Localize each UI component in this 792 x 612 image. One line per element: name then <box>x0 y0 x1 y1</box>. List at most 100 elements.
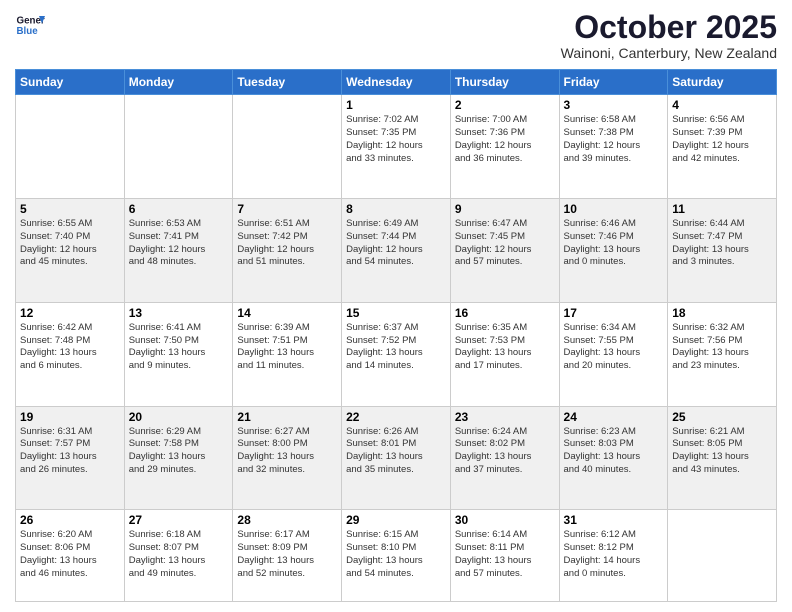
calendar-cell: 30 Sunrise: 6:14 AM Sunset: 8:11 PM Dayli… <box>450 510 559 602</box>
header: General Blue October 2025 Wainoni, Cante… <box>15 10 777 61</box>
day-info: Sunrise: 6:14 AM Sunset: 8:11 PM Dayligh… <box>455 529 555 580</box>
day-number: 19 <box>20 410 120 424</box>
calendar-cell: 27 Sunrise: 6:18 AM Sunset: 8:07 PM Dayli… <box>124 510 233 602</box>
day-number: 21 <box>237 410 337 424</box>
day-number: 31 <box>564 513 664 527</box>
calendar-cell: 5 Sunrise: 6:55 AM Sunset: 7:40 PM Daylig… <box>16 198 125 302</box>
calendar-cell: 18 Sunrise: 6:32 AM Sunset: 7:56 PM Dayli… <box>668 302 777 406</box>
day-number: 6 <box>129 202 229 216</box>
day-number: 10 <box>564 202 664 216</box>
calendar-cell <box>668 510 777 602</box>
day-number: 9 <box>455 202 555 216</box>
day-info: Sunrise: 6:51 AM Sunset: 7:42 PM Dayligh… <box>237 218 337 269</box>
day-info: Sunrise: 7:02 AM Sunset: 7:35 PM Dayligh… <box>346 114 446 165</box>
day-info: Sunrise: 6:44 AM Sunset: 7:47 PM Dayligh… <box>672 218 772 269</box>
day-info: Sunrise: 6:39 AM Sunset: 7:51 PM Dayligh… <box>237 322 337 373</box>
day-info: Sunrise: 6:26 AM Sunset: 8:01 PM Dayligh… <box>346 426 446 477</box>
month-title: October 2025 <box>561 10 777 45</box>
day-info: Sunrise: 6:23 AM Sunset: 8:03 PM Dayligh… <box>564 426 664 477</box>
calendar-cell: 4Sunrise: 6:56 AM Sunset: 7:39 PM Daylig… <box>668 95 777 199</box>
day-info: Sunrise: 6:29 AM Sunset: 7:58 PM Dayligh… <box>129 426 229 477</box>
calendar-cell: 8Sunrise: 6:49 AM Sunset: 7:44 PM Daylig… <box>342 198 451 302</box>
calendar-cell: 9 Sunrise: 6:47 AM Sunset: 7:45 PM Daylig… <box>450 198 559 302</box>
week-row-3: 12 Sunrise: 6:42 AM Sunset: 7:48 PM Dayli… <box>16 302 777 406</box>
day-info: Sunrise: 6:55 AM Sunset: 7:40 PM Dayligh… <box>20 218 120 269</box>
day-number: 2 <box>455 98 555 112</box>
calendar-cell: 19Sunrise: 6:31 AM Sunset: 7:57 PM Dayli… <box>16 406 125 510</box>
calendar-cell: 7 Sunrise: 6:51 AM Sunset: 7:42 PM Daylig… <box>233 198 342 302</box>
svg-text:Blue: Blue <box>17 26 39 37</box>
day-number: 12 <box>20 306 120 320</box>
calendar-cell: 12 Sunrise: 6:42 AM Sunset: 7:48 PM Dayli… <box>16 302 125 406</box>
logo: General Blue <box>15 10 45 40</box>
calendar-cell: 31 Sunrise: 6:12 AM Sunset: 8:12 PM Dayli… <box>559 510 668 602</box>
day-info: Sunrise: 6:35 AM Sunset: 7:53 PM Dayligh… <box>455 322 555 373</box>
day-number: 23 <box>455 410 555 424</box>
day-number: 16 <box>455 306 555 320</box>
day-info: Sunrise: 6:42 AM Sunset: 7:48 PM Dayligh… <box>20 322 120 373</box>
day-info: Sunrise: 6:27 AM Sunset: 8:00 PM Dayligh… <box>237 426 337 477</box>
calendar-cell <box>124 95 233 199</box>
col-thursday: Thursday <box>450 70 559 95</box>
logo-icon: General Blue <box>15 10 45 40</box>
day-number: 18 <box>672 306 772 320</box>
week-row-4: 19Sunrise: 6:31 AM Sunset: 7:57 PM Dayli… <box>16 406 777 510</box>
day-number: 11 <box>672 202 772 216</box>
col-sunday: Sunday <box>16 70 125 95</box>
day-number: 5 <box>20 202 120 216</box>
calendar-cell: 22 Sunrise: 6:26 AM Sunset: 8:01 PM Dayli… <box>342 406 451 510</box>
day-number: 30 <box>455 513 555 527</box>
day-number: 1 <box>346 98 446 112</box>
title-block: October 2025 Wainoni, Canterbury, New Ze… <box>561 10 777 61</box>
location: Wainoni, Canterbury, New Zealand <box>561 45 777 61</box>
day-number: 28 <box>237 513 337 527</box>
day-number: 13 <box>129 306 229 320</box>
day-number: 7 <box>237 202 337 216</box>
day-info: Sunrise: 6:47 AM Sunset: 7:45 PM Dayligh… <box>455 218 555 269</box>
calendar-cell: 25Sunrise: 6:21 AM Sunset: 8:05 PM Dayli… <box>668 406 777 510</box>
day-info: Sunrise: 6:58 AM Sunset: 7:38 PM Dayligh… <box>564 114 664 165</box>
day-info: Sunrise: 6:46 AM Sunset: 7:46 PM Dayligh… <box>564 218 664 269</box>
col-monday: Monday <box>124 70 233 95</box>
calendar-cell: 3 Sunrise: 6:58 AM Sunset: 7:38 PM Daylig… <box>559 95 668 199</box>
calendar-cell: 2 Sunrise: 7:00 AM Sunset: 7:36 PM Daylig… <box>450 95 559 199</box>
day-number: 22 <box>346 410 446 424</box>
calendar-cell: 28 Sunrise: 6:17 AM Sunset: 8:09 PM Dayli… <box>233 510 342 602</box>
calendar-cell: 10 Sunrise: 6:46 AM Sunset: 7:46 PM Dayli… <box>559 198 668 302</box>
header-row: Sunday Monday Tuesday Wednesday Thursday… <box>16 70 777 95</box>
day-number: 3 <box>564 98 664 112</box>
day-number: 27 <box>129 513 229 527</box>
day-info: Sunrise: 6:17 AM Sunset: 8:09 PM Dayligh… <box>237 529 337 580</box>
calendar-cell: 6 Sunrise: 6:53 AM Sunset: 7:41 PM Daylig… <box>124 198 233 302</box>
calendar-body: 1 Sunrise: 7:02 AM Sunset: 7:35 PM Daylig… <box>16 95 777 602</box>
day-info: Sunrise: 6:53 AM Sunset: 7:41 PM Dayligh… <box>129 218 229 269</box>
day-info: Sunrise: 6:41 AM Sunset: 7:50 PM Dayligh… <box>129 322 229 373</box>
day-info: Sunrise: 6:18 AM Sunset: 8:07 PM Dayligh… <box>129 529 229 580</box>
calendar-cell: 20 Sunrise: 6:29 AM Sunset: 7:58 PM Dayli… <box>124 406 233 510</box>
week-row-2: 5 Sunrise: 6:55 AM Sunset: 7:40 PM Daylig… <box>16 198 777 302</box>
calendar-table: Sunday Monday Tuesday Wednesday Thursday… <box>15 69 777 602</box>
day-info: Sunrise: 6:15 AM Sunset: 8:10 PM Dayligh… <box>346 529 446 580</box>
calendar-cell <box>233 95 342 199</box>
calendar-cell: 15Sunrise: 6:37 AM Sunset: 7:52 PM Dayli… <box>342 302 451 406</box>
calendar-cell: 11 Sunrise: 6:44 AM Sunset: 7:47 PM Dayli… <box>668 198 777 302</box>
calendar-cell: 13 Sunrise: 6:41 AM Sunset: 7:50 PM Dayli… <box>124 302 233 406</box>
calendar-cell: 21 Sunrise: 6:27 AM Sunset: 8:00 PM Dayli… <box>233 406 342 510</box>
calendar-cell: 17Sunrise: 6:34 AM Sunset: 7:55 PM Dayli… <box>559 302 668 406</box>
day-info: Sunrise: 6:34 AM Sunset: 7:55 PM Dayligh… <box>564 322 664 373</box>
calendar-cell: 16 Sunrise: 6:35 AM Sunset: 7:53 PM Dayli… <box>450 302 559 406</box>
day-info: Sunrise: 6:32 AM Sunset: 7:56 PM Dayligh… <box>672 322 772 373</box>
day-number: 29 <box>346 513 446 527</box>
day-number: 4 <box>672 98 772 112</box>
day-info: Sunrise: 6:12 AM Sunset: 8:12 PM Dayligh… <box>564 529 664 580</box>
calendar-cell: 23Sunrise: 6:24 AM Sunset: 8:02 PM Dayli… <box>450 406 559 510</box>
day-number: 14 <box>237 306 337 320</box>
calendar-cell <box>16 95 125 199</box>
calendar-cell: 24Sunrise: 6:23 AM Sunset: 8:03 PM Dayli… <box>559 406 668 510</box>
day-info: Sunrise: 6:21 AM Sunset: 8:05 PM Dayligh… <box>672 426 772 477</box>
week-row-5: 26Sunrise: 6:20 AM Sunset: 8:06 PM Dayli… <box>16 510 777 602</box>
day-info: Sunrise: 6:20 AM Sunset: 8:06 PM Dayligh… <box>20 529 120 580</box>
calendar-cell: 26Sunrise: 6:20 AM Sunset: 8:06 PM Dayli… <box>16 510 125 602</box>
day-info: Sunrise: 7:00 AM Sunset: 7:36 PM Dayligh… <box>455 114 555 165</box>
day-number: 20 <box>129 410 229 424</box>
